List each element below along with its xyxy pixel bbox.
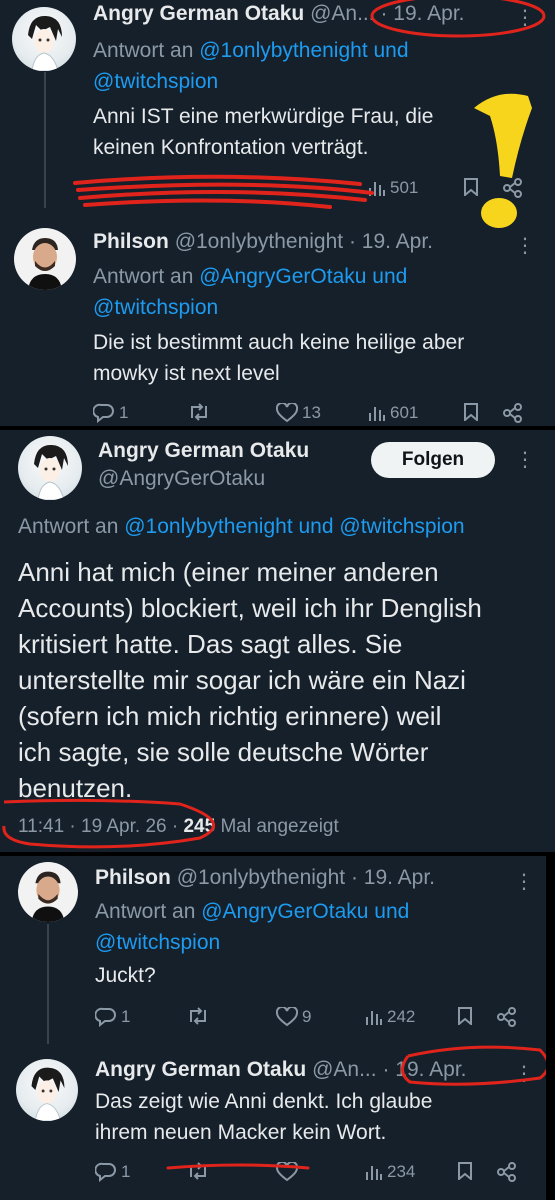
share-button[interactable] [503, 403, 523, 423]
follow-button[interactable]: Folgen [371, 442, 495, 478]
reply-context: Antwort an @1onlybythenight und @twitchs… [93, 39, 409, 93]
reply-context: Antwort an @AngryGerOtaku und @twitchspi… [93, 265, 408, 319]
reply-icon [93, 403, 114, 423]
share-icon [503, 178, 522, 198]
reply-thread-bottom: Philson @1onlybythenight · 19. Apr. ⋮ An… [0, 856, 546, 1200]
tweet-text: Anni hat mich (einer meiner anderen Acco… [18, 557, 482, 803]
more-options-icon[interactable]: ⋮ [515, 8, 535, 28]
reply-icon [95, 1162, 116, 1182]
bookmark-button[interactable] [457, 1162, 473, 1180]
retweet-icon [190, 1162, 206, 1180]
retweet-icon [190, 1007, 206, 1025]
heart-icon [276, 1007, 298, 1027]
reply-context: Antwort an @1onlybythenight und @twitchs… [18, 515, 465, 538]
anime-character-avatar-icon [28, 15, 62, 71]
person-avatar-icon [31, 871, 65, 922]
views-icon [369, 182, 385, 196]
action-bar: 501 [93, 178, 533, 202]
thread-line [44, 72, 46, 208]
author-name[interactable]: Angry German Otaku @An... · 19. Apr. [93, 2, 465, 26]
views-button[interactable]: 234 [365, 1162, 415, 1182]
mention-link[interactable]: @AngryGerOtaku und [199, 265, 407, 288]
avatar[interactable] [14, 228, 76, 290]
bookmark-button[interactable] [463, 403, 479, 421]
reply-button[interactable]: 1 [95, 1162, 130, 1182]
bookmark-icon [458, 1007, 472, 1025]
like-button[interactable]: 9 [276, 1007, 311, 1027]
tweet-text: Die ist bestimmt auch keine heilige aber… [93, 331, 465, 385]
tweet-text: Das zeigt wie Anni denkt. Ich glaube ihre… [95, 1090, 433, 1144]
tweet-text: Anni IST eine merkwürdige Frau, die keine… [93, 105, 434, 159]
retweet-button[interactable] [187, 1007, 209, 1025]
bookmark-icon [458, 1162, 472, 1180]
views-button[interactable]: 242 [365, 1007, 415, 1027]
like-button[interactable]: 13 [276, 403, 321, 423]
more-options-icon[interactable]: ⋮ [514, 1064, 534, 1084]
mention-link[interactable]: @1onlybythenight und @twitchspion [124, 515, 464, 538]
author-name[interactable]: Angry German Otaku @An... · 19. Apr. [95, 1058, 467, 1082]
focused-tweet: Angry German Otaku @AngryGerOtaku Folgen… [0, 430, 555, 852]
reply-thread-top: Angry German Otaku @An... · 19. Apr. ⋮ A… [0, 0, 555, 426]
reply-button[interactable]: 1 [93, 403, 128, 423]
bookmark-icon [464, 403, 478, 421]
thread-line [47, 924, 49, 1044]
anime-character-avatar-icon [34, 444, 68, 500]
retweet-icon [191, 403, 207, 421]
avatar[interactable] [16, 1059, 78, 1121]
action-bar: 1 9 242 [95, 1007, 525, 1031]
author-name[interactable]: Philson @1onlybythenight · 19. Apr. [93, 230, 433, 254]
action-bar: 1 13 601 [93, 403, 533, 426]
share-icon [503, 403, 522, 423]
bookmark-button[interactable] [457, 1007, 473, 1025]
views-icon [369, 407, 385, 421]
mention-link[interactable]: @twitchspion [95, 931, 220, 954]
heart-icon [276, 1162, 298, 1182]
retweet-button[interactable] [187, 1162, 209, 1180]
share-icon [497, 1007, 516, 1027]
mention-link[interactable]: @AngryGerOtaku und [201, 900, 409, 923]
mention-link[interactable]: @twitchspion [93, 70, 218, 93]
share-button[interactable] [497, 1007, 517, 1027]
mention-link[interactable]: @twitchspion [93, 296, 218, 319]
views-button[interactable]: 601 [368, 403, 418, 423]
author-name[interactable]: Angry German Otaku [98, 439, 309, 463]
retweet-button[interactable] [188, 403, 210, 421]
share-icon [497, 1162, 516, 1182]
like-button[interactable] [276, 1162, 298, 1182]
author-handle[interactable]: @AngryGerOtaku [98, 467, 265, 491]
anime-character-avatar-icon [31, 1067, 65, 1121]
bookmark-button[interactable] [463, 178, 479, 196]
views-icon [366, 1166, 382, 1180]
more-options-icon[interactable]: ⋮ [515, 450, 535, 470]
bookmark-icon [464, 178, 478, 196]
share-button[interactable] [503, 178, 523, 198]
avatar[interactable] [18, 436, 82, 500]
reply-icon [95, 1007, 116, 1027]
tweet-text: Juckt? [95, 964, 156, 987]
views-button[interactable]: 501 [368, 178, 418, 198]
author-name[interactable]: Philson @1onlybythenight · 19. Apr. [95, 866, 435, 890]
tweet-timestamp[interactable]: 11:41 · 19 Apr. 26 · 245 Mal angezeigt [18, 816, 339, 838]
reply-button[interactable]: 1 [95, 1007, 130, 1027]
more-options-icon[interactable]: ⋮ [515, 236, 535, 256]
action-bar: 1 234 [95, 1162, 525, 1186]
share-button[interactable] [497, 1162, 517, 1182]
avatar[interactable] [12, 7, 76, 71]
reply-context: Antwort an @AngryGerOtaku und @twitchspi… [95, 900, 410, 954]
heart-icon [276, 403, 298, 423]
avatar[interactable] [18, 862, 78, 922]
mention-link[interactable]: @1onlybythenight und [199, 39, 408, 62]
more-options-icon[interactable]: ⋮ [514, 872, 534, 892]
views-icon [366, 1011, 382, 1025]
person-avatar-icon [28, 238, 62, 290]
